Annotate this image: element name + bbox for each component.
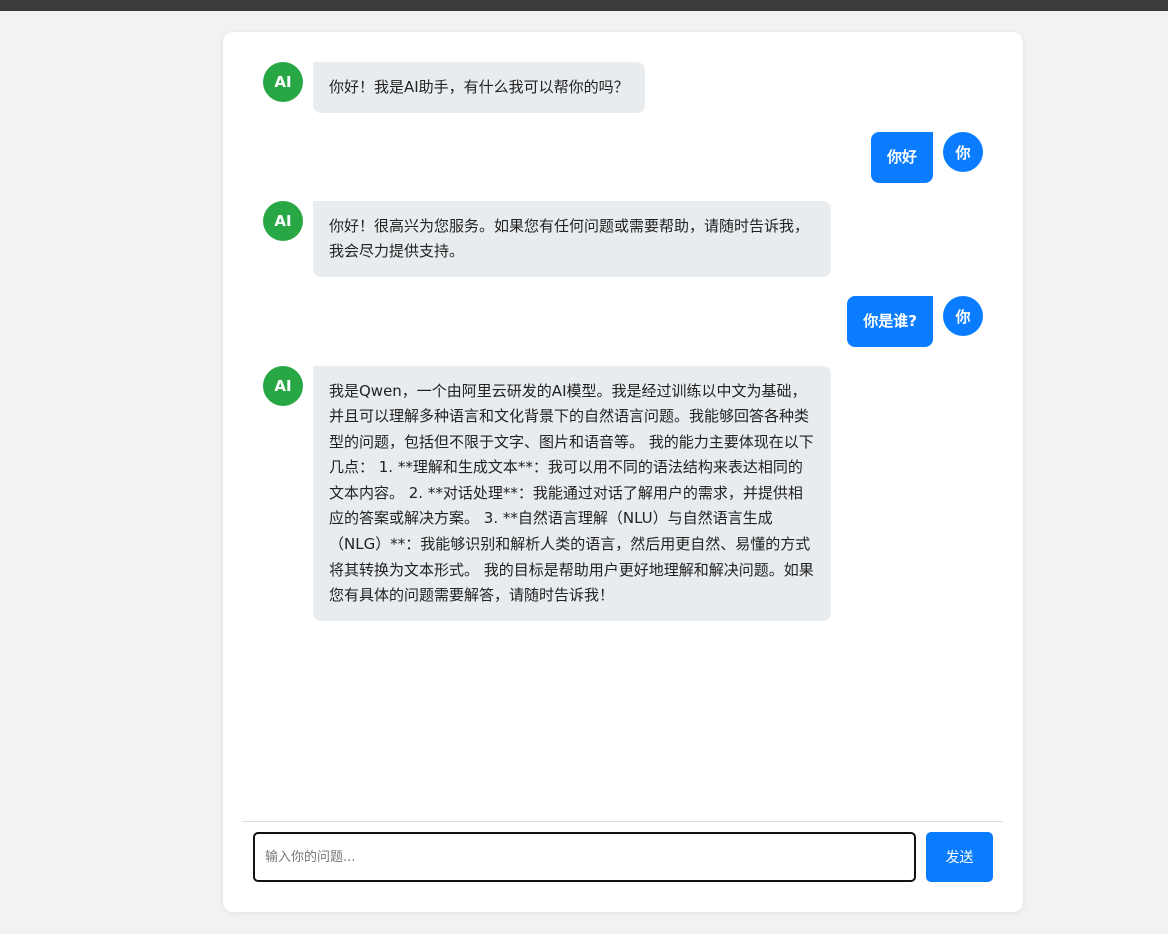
ai-avatar: AI bbox=[263, 201, 303, 241]
user-avatar: 你 bbox=[943, 132, 983, 172]
chat-container: AI 你好！我是AI助手，有什么我可以帮你的吗？ 你 你好 AI 你好！很高兴为… bbox=[223, 32, 1023, 912]
user-avatar: 你 bbox=[943, 296, 983, 336]
ai-message-bubble: 你好！我是AI助手，有什么我可以帮你的吗？ bbox=[313, 62, 645, 113]
ai-message-bubble: 你好！很高兴为您服务。如果您有任何问题或需要帮助，请随时告诉我，我会尽力提供支持… bbox=[313, 201, 831, 278]
question-input[interactable] bbox=[253, 832, 916, 882]
user-message-bubble: 你是谁? bbox=[847, 296, 933, 347]
ai-message-bubble: 我是Qwen，一个由阿里云研发的AI模型。我是经过训练以中文为基础，并且可以理解… bbox=[313, 366, 831, 622]
ai-avatar: AI bbox=[263, 366, 303, 406]
user-message-bubble: 你好 bbox=[870, 132, 933, 183]
browser-top-bar bbox=[0, 0, 1168, 11]
input-divider bbox=[242, 821, 1003, 822]
send-button[interactable]: 发送 bbox=[926, 832, 993, 882]
message-list[interactable]: AI 你好！我是AI助手，有什么我可以帮你的吗？ 你 你好 AI 你好！很高兴为… bbox=[223, 32, 1023, 821]
ai-avatar: AI bbox=[263, 62, 303, 102]
